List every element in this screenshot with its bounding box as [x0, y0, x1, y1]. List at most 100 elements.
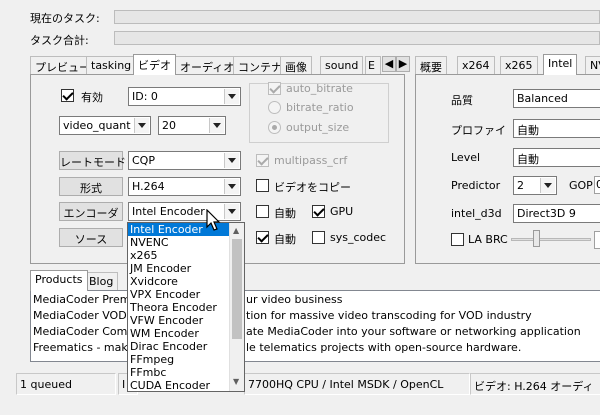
- chevron-down-icon: [224, 204, 239, 219]
- tab-video[interactable]: ビデオ: [133, 54, 176, 75]
- encoder-option[interactable]: WM Encoder: [128, 327, 230, 340]
- auto-bitrate-checkbox[interactable]: [268, 82, 281, 95]
- tab-container[interactable]: コンテナ: [233, 56, 287, 74]
- predictor-value: 2: [517, 179, 524, 192]
- quality-value: Balanced: [517, 92, 568, 105]
- product-desc: ur video business: [246, 293, 343, 306]
- tab-tasking[interactable]: tasking: [86, 56, 137, 74]
- auto-label-1: 自動: [274, 207, 296, 220]
- encoder-option[interactable]: Xvidcore: [128, 275, 230, 288]
- tab-image[interactable]: 画像: [280, 56, 312, 74]
- predictor-label: Predictor: [451, 179, 501, 192]
- encoder-option[interactable]: FFmbc: [128, 366, 230, 379]
- tab-nvenc[interactable]: NV: [585, 56, 600, 74]
- source-button[interactable]: ソース: [59, 228, 123, 247]
- chevron-down-icon[interactable]: ▼: [233, 377, 239, 386]
- encoder-button[interactable]: エンコーダ: [59, 202, 123, 221]
- quality-label: 品質: [451, 94, 473, 107]
- gpu-checkbox[interactable]: [312, 205, 325, 218]
- video-copy-checkbox[interactable]: [256, 179, 269, 192]
- multipass-label: multipass_crf: [274, 154, 348, 167]
- bottom-tab-strip: Products Blog: [30, 270, 130, 291]
- la-brc-slider-track[interactable]: [511, 238, 591, 241]
- products-list: MediaCoder Premiu MediaCoder VOD Ec Medi…: [30, 290, 600, 362]
- mouse-cursor-icon: [206, 209, 221, 231]
- dropdown-scrollbar[interactable]: ▲ ▼: [229, 223, 244, 391]
- quality-select[interactable]: Balanced: [513, 89, 600, 108]
- la-brc-checkbox[interactable]: [451, 233, 464, 246]
- format-button[interactable]: 形式: [59, 177, 123, 196]
- task-total-progress: [114, 31, 600, 45]
- auto-checkbox-2[interactable]: [256, 231, 269, 244]
- encoder-option[interactable]: VFW Encoder: [128, 314, 230, 327]
- profile-value: 自動: [517, 124, 539, 137]
- encoder-option[interactable]: x265: [128, 249, 230, 262]
- quant-mode-value: video_quant: [63, 119, 131, 132]
- encoder-option[interactable]: VPX Encoder: [128, 288, 230, 301]
- chevron-up-icon[interactable]: ▲: [233, 226, 239, 235]
- encoder-option[interactable]: CUDA Encoder: [128, 379, 230, 392]
- tab-x265[interactable]: x265: [500, 56, 538, 74]
- chevron-right-icon: ▶: [398, 57, 408, 70]
- gpu-label: GPU: [330, 205, 354, 218]
- profile-label: プロファイ: [451, 124, 506, 137]
- output-size-label: output_size: [286, 121, 350, 134]
- bitrate-ratio-label: bitrate_ratio: [286, 101, 354, 114]
- tab-intel[interactable]: Intel: [543, 54, 578, 75]
- d3d-value: Direct3D 9: [517, 207, 576, 220]
- status-queued: 1 queued: [16, 373, 116, 395]
- chevron-down-icon: [209, 118, 224, 133]
- encoder-dropdown-list[interactable]: Intel Encoder NVENC x265 JM Encoder Xvidcore…: [127, 222, 245, 392]
- d3d-select[interactable]: Direct3D 9: [513, 204, 600, 223]
- track-id-select[interactable]: ID: 0: [128, 87, 241, 106]
- encoder-option[interactable]: Dirac Encoder: [128, 340, 230, 353]
- tab-audio[interactable]: オーディオ: [175, 56, 240, 74]
- format-select[interactable]: H.264: [128, 177, 241, 196]
- auto-checkbox-1[interactable]: [256, 205, 269, 218]
- multipass-checkbox[interactable]: [256, 154, 269, 167]
- gop-value: 0: [596, 178, 600, 191]
- rate-mode-select[interactable]: CQP: [128, 151, 241, 170]
- encoder-value: Intel Encoder: [132, 205, 205, 218]
- encoder-option[interactable]: NVENC: [128, 236, 230, 249]
- sys-codec-checkbox[interactable]: [312, 231, 325, 244]
- dropdown-scroll-thumb[interactable]: [232, 239, 242, 339]
- current-task-label: 現在のタスク:: [30, 12, 100, 25]
- profile-select[interactable]: 自動: [513, 119, 600, 138]
- level-select[interactable]: 自動: [513, 148, 600, 167]
- tab-sound[interactable]: sound: [320, 56, 364, 74]
- product-item[interactable]: MediaCoder Premiu: [33, 293, 140, 306]
- enabled-checkbox[interactable]: [61, 89, 74, 102]
- la-brc-slider-thumb[interactable]: [533, 230, 540, 247]
- gop-input[interactable]: 0: [594, 176, 600, 194]
- chevron-left-icon: ◀: [384, 57, 394, 70]
- tab-scroll-right-button[interactable]: ▶: [396, 56, 410, 72]
- tab-overflow[interactable]: E: [365, 56, 381, 74]
- rate-mode-value: CQP: [132, 154, 155, 167]
- encoder-option[interactable]: Theora Encoder: [128, 301, 230, 314]
- tab-scroll-left-button[interactable]: ◀: [382, 56, 396, 72]
- encoder-option[interactable]: JM Encoder: [128, 262, 230, 275]
- tab-overview[interactable]: 概要: [415, 56, 447, 74]
- track-id-value: ID: 0: [132, 90, 158, 103]
- status-video: ビデオ: H.264 オーディ: [470, 373, 600, 395]
- bitrate-ratio-radio[interactable]: [268, 101, 281, 114]
- encoder-select[interactable]: Intel Encoder: [128, 202, 241, 221]
- chevron-down-icon: [224, 89, 239, 104]
- rate-mode-button[interactable]: レートモード: [59, 151, 126, 170]
- tab-products[interactable]: Products: [30, 270, 88, 291]
- product-desc: le telematics projects with open-source …: [246, 341, 522, 354]
- la-brc-input[interactable]: [594, 231, 600, 249]
- output-size-radio[interactable]: [268, 121, 281, 134]
- encoder-option[interactable]: FFmpeg: [128, 353, 230, 366]
- task-total-label: タスク合計:: [30, 34, 89, 47]
- la-brc-label: LA BRC: [468, 233, 508, 246]
- predictor-select[interactable]: 2: [513, 176, 557, 195]
- chevron-down-icon: [540, 178, 555, 193]
- quant-value-select[interactable]: 20: [158, 116, 226, 135]
- quant-mode-select[interactable]: video_quant: [59, 116, 151, 135]
- gop-label: GOP: [569, 179, 593, 192]
- tab-blog[interactable]: Blog: [84, 272, 119, 290]
- current-task-progress: [114, 10, 600, 24]
- tab-x264[interactable]: x264: [457, 56, 495, 74]
